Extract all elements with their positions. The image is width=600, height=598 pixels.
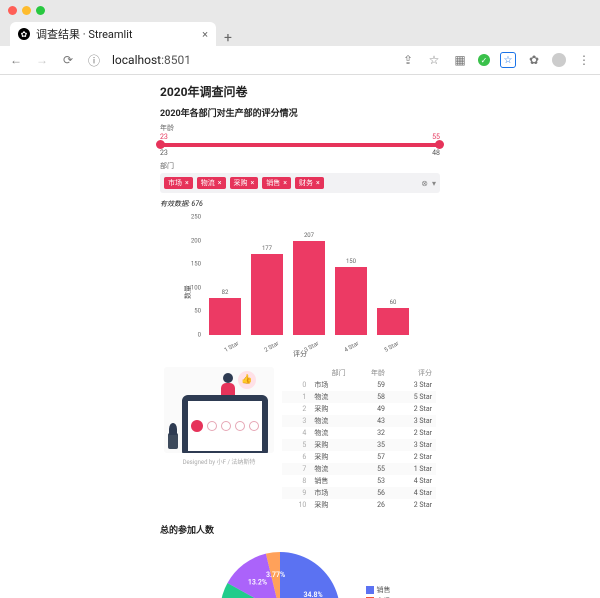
- table-row: 7物流551 Star: [282, 463, 436, 475]
- valid-count: 有效数据: 676: [160, 199, 440, 209]
- like-bubble-icon: 👍: [238, 371, 256, 389]
- pie-legend: 销售市场物流财务采购: [366, 584, 391, 598]
- y-tick: 0: [198, 332, 201, 339]
- streamlit-favicon-icon: ✿: [18, 28, 30, 40]
- url-text[interactable]: localhost:8501: [112, 53, 191, 67]
- table-row: 1物流585 Star: [282, 391, 436, 403]
- illustration-caption: Designed by 小F / 法纳斯特: [164, 457, 274, 466]
- slider-left-value: 23: [160, 149, 168, 157]
- slider-endpoints: 23 55: [160, 133, 440, 141]
- slider-right-value: 48: [432, 149, 440, 157]
- tablet-icon: [182, 395, 268, 453]
- forward-icon: →: [34, 53, 50, 67]
- y-tick: 50: [194, 308, 201, 315]
- age-label: 年龄: [160, 123, 440, 133]
- age-slider[interactable]: [160, 143, 440, 147]
- extension-squares-icon[interactable]: ▦: [452, 53, 468, 67]
- pie-title: 总的参加人数: [160, 523, 440, 536]
- table-row: 6采购572 Star: [282, 451, 436, 463]
- y-tick: 150: [191, 261, 201, 268]
- table-row: 3物流433 Star: [282, 415, 436, 427]
- dept-multiselect[interactable]: 市场× 物流× 采购× 销售× 财务× ⊗ ▾: [160, 173, 440, 193]
- window-zoom-icon[interactable]: [36, 6, 45, 15]
- table-row: 8销售534 Star: [282, 475, 436, 487]
- close-tab-icon[interactable]: ×: [202, 28, 208, 41]
- slider-knob-left[interactable]: [156, 140, 165, 149]
- close-icon[interactable]: ×: [316, 179, 320, 187]
- extensions-puzzle-icon[interactable]: ✿: [526, 53, 542, 67]
- window-minimize-icon[interactable]: [22, 6, 31, 15]
- table-row: 5采购353 Star: [282, 439, 436, 451]
- page-viewport[interactable]: 2020年调查问卷 2020年各部门对生产部的评分情况 年龄 23 55 23 …: [0, 75, 600, 598]
- window-close-icon[interactable]: [8, 6, 17, 15]
- table-row: 2采购492 Star: [282, 403, 436, 415]
- sample-table: 部门年龄评分 0市场593 Star1物流585 Star2采购492 Star…: [282, 367, 436, 511]
- table-row: 4物流322 Star: [282, 427, 436, 439]
- kebab-menu-icon[interactable]: ⋮: [576, 53, 592, 67]
- close-icon[interactable]: ×: [251, 179, 255, 187]
- chip-market[interactable]: 市场×: [164, 177, 193, 189]
- new-tab-button[interactable]: +: [216, 30, 240, 46]
- reload-icon[interactable]: ⟳: [60, 53, 76, 67]
- svg-text:13.2%: 13.2%: [247, 578, 266, 586]
- bookmark-icon[interactable]: ☆: [426, 53, 442, 67]
- address-bar: ← → ⟳ ⓘ localhost:8501 ⇪ ☆ ▦ ✓ ☆ ✿ ⋮: [0, 46, 600, 75]
- table-row: 10采购262 Star: [282, 499, 436, 511]
- legend-item: 销售: [366, 585, 391, 595]
- chip-logistics[interactable]: 物流×: [197, 177, 226, 189]
- bar: 207: [293, 241, 325, 335]
- extension-blue-icon[interactable]: ☆: [500, 52, 516, 68]
- y-tick: 100: [191, 284, 201, 291]
- back-icon[interactable]: ←: [8, 53, 24, 67]
- browser-tab[interactable]: ✿ 调查结果 · Streamlit ×: [10, 22, 216, 46]
- bar: 150: [335, 267, 367, 335]
- y-tick: 250: [191, 214, 201, 221]
- y-tick: 200: [191, 237, 201, 244]
- bar: 177: [251, 254, 283, 335]
- extension-green-icon[interactable]: ✓: [478, 54, 490, 66]
- share-icon[interactable]: ⇪: [400, 53, 416, 67]
- dropdown-caret-icon[interactable]: ▾: [432, 179, 436, 188]
- rating-bar-chart: 数量 250 200 150 100 50 0 8217720715060 1 …: [185, 217, 415, 357]
- bar: 82: [209, 298, 241, 335]
- close-icon[interactable]: ×: [185, 179, 189, 187]
- page-title: 2020年调查问卷: [160, 83, 440, 100]
- chip-sales[interactable]: 销售×: [262, 177, 291, 189]
- profile-avatar-icon[interactable]: [552, 53, 566, 67]
- participants-pie-chart: 34.8%21.2%27%13.2%3.77%: [210, 542, 350, 598]
- close-icon[interactable]: ×: [283, 179, 287, 187]
- site-info-icon[interactable]: ⓘ: [86, 52, 102, 69]
- table-row: 9市场564 Star: [282, 487, 436, 499]
- chip-finance[interactable]: 财务×: [295, 177, 324, 189]
- clear-all-icon[interactable]: ⊗: [421, 179, 428, 188]
- tab-strip: ✿ 调查结果 · Streamlit × +: [0, 20, 600, 46]
- illustration: 👍 Designed by 小F / 法纳斯特: [164, 367, 274, 511]
- svg-text:3.77%: 3.77%: [266, 571, 285, 579]
- plant-icon: [168, 433, 178, 449]
- dept-label: 部门: [160, 161, 440, 171]
- bar: 60: [377, 308, 409, 335]
- x-axis-title: 评分: [185, 349, 415, 359]
- window-titlebar: [0, 0, 600, 20]
- close-icon[interactable]: ×: [218, 179, 222, 187]
- tab-title: 调查结果 · Streamlit: [36, 26, 133, 42]
- table-row: 0市场593 Star: [282, 379, 436, 391]
- section-title: 2020年各部门对生产部的评分情况: [160, 106, 440, 119]
- chip-purchase[interactable]: 采购×: [230, 177, 259, 189]
- slider-knob-right[interactable]: [435, 140, 444, 149]
